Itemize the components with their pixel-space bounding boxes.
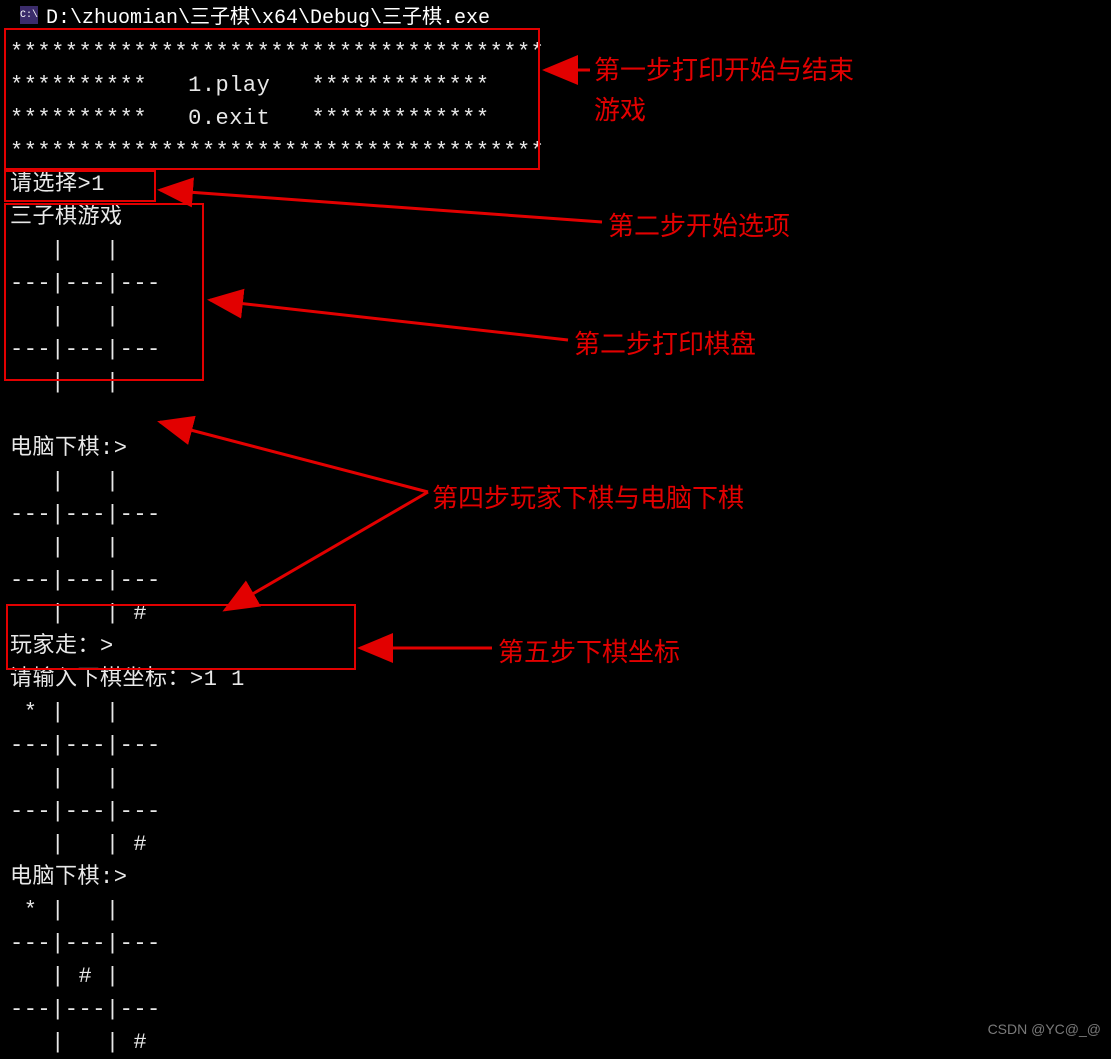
console-icon: C:\ xyxy=(20,6,38,24)
annotation-step2b: 第二步打印棋盘 xyxy=(574,324,756,364)
window-title-path: D:\zhuomian\三子棋\x64\Debug\三子棋.exe xyxy=(46,0,490,30)
annotation-step1-line1: 第一步打印开始与结束 xyxy=(594,55,854,85)
highlight-box-menu xyxy=(4,28,540,170)
annotation-step5: 第五步下棋坐标 xyxy=(498,632,680,672)
highlight-box-board xyxy=(4,203,204,381)
annotation-step1-line2: 游戏 xyxy=(594,95,646,125)
highlight-box-input xyxy=(6,604,356,670)
window-titlebar: C:\ D:\zhuomian\三子棋\x64\Debug\三子棋.exe xyxy=(0,0,490,30)
annotation-step1: 第一步打印开始与结束 游戏 xyxy=(594,50,854,130)
annotation-step4: 第四步玩家下棋与电脑下棋 xyxy=(432,478,744,518)
highlight-box-select xyxy=(4,170,156,202)
watermark: CSDN @YC@_@ xyxy=(988,1021,1101,1037)
annotation-step2a: 第二步开始选项 xyxy=(608,206,790,246)
